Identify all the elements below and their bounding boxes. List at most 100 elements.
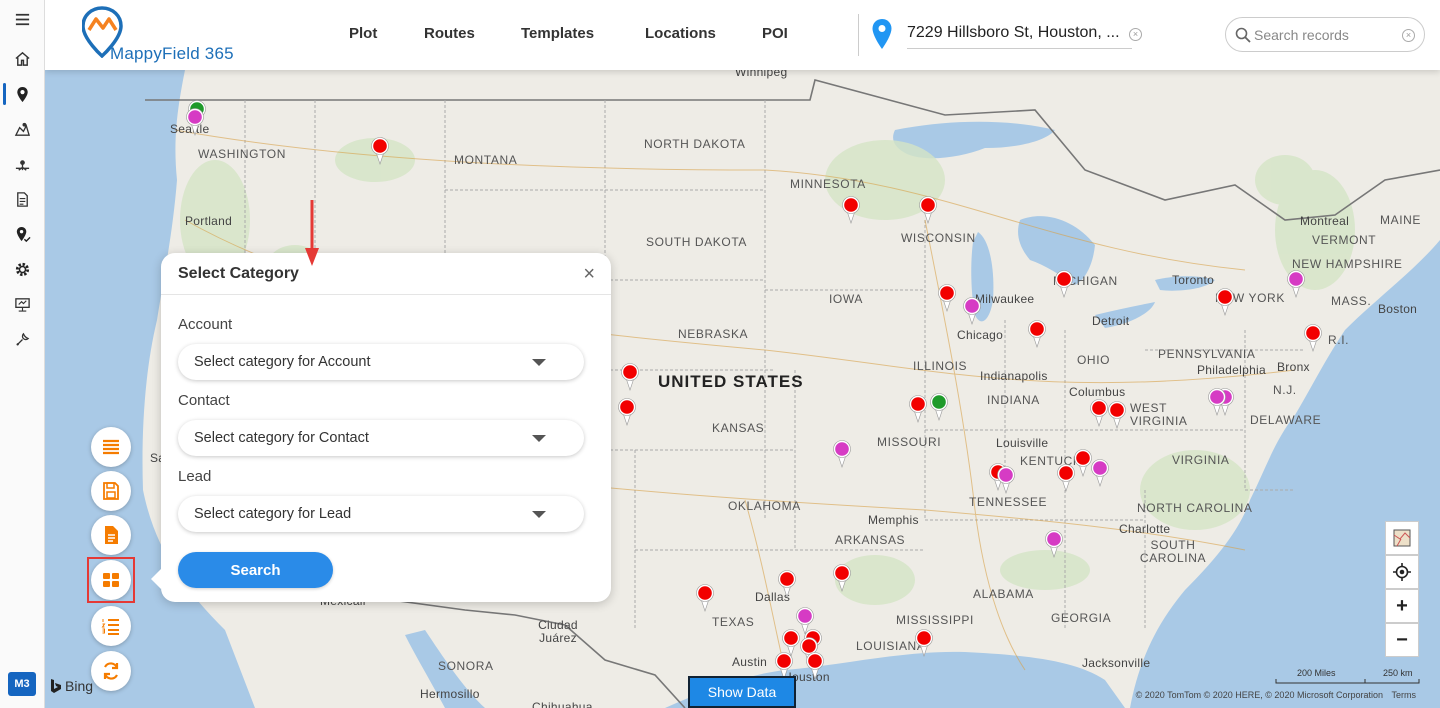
refresh-icon bbox=[103, 662, 119, 680]
nav-poi[interactable]: POI bbox=[762, 25, 788, 42]
clear-search-icon[interactable]: × bbox=[1402, 29, 1415, 42]
map-marker[interactable] bbox=[370, 137, 390, 165]
map-marker[interactable] bbox=[1044, 530, 1064, 558]
nav-plot[interactable]: Plot bbox=[349, 25, 377, 42]
map-label-montana: MONTANA bbox=[454, 153, 518, 167]
map-marker[interactable] bbox=[937, 284, 957, 312]
map-marker[interactable] bbox=[777, 570, 797, 598]
map-label-north-dakota: NORTH DAKOTA bbox=[644, 137, 746, 151]
map-label-delaware: DELAWARE bbox=[1250, 413, 1322, 427]
show-data-button[interactable]: Show Data bbox=[688, 676, 796, 708]
map-label-north-carolina: NORTH CAROLINA bbox=[1137, 501, 1253, 515]
zoom-in-button[interactable]: + bbox=[1385, 589, 1419, 623]
map-label-south-dakota: SOUTH DAKOTA bbox=[646, 235, 747, 249]
map-marker[interactable] bbox=[620, 363, 640, 391]
menu-icon[interactable] bbox=[0, 2, 45, 36]
map-label-memphis: Memphis bbox=[868, 513, 919, 527]
map-label-charlotte: Charlotte bbox=[1119, 522, 1171, 536]
contact-category-select[interactable]: Select category for Contact bbox=[178, 420, 584, 456]
contact-select-placeholder: Select category for Contact bbox=[194, 430, 369, 446]
save-button[interactable] bbox=[91, 471, 131, 511]
clear-location-icon[interactable]: × bbox=[1129, 28, 1142, 41]
map-label-hermosillo: Hermosillo bbox=[420, 687, 480, 701]
map-label-virginia: VIRGINIA bbox=[1172, 453, 1230, 467]
map-marker[interactable] bbox=[1107, 401, 1127, 429]
location-check-icon[interactable] bbox=[0, 217, 45, 251]
map-label-philadelphia: Philadelphia bbox=[1197, 363, 1266, 377]
refresh-button[interactable] bbox=[91, 651, 131, 691]
map-label-wisconsin: WISCONSIN bbox=[901, 231, 976, 245]
nav-divider bbox=[858, 14, 859, 56]
category-filter-button[interactable] bbox=[91, 560, 131, 600]
lead-label: Lead bbox=[178, 468, 212, 485]
map-style-button[interactable] bbox=[1385, 521, 1419, 555]
map-marker[interactable] bbox=[841, 196, 861, 224]
map-marker[interactable] bbox=[996, 466, 1016, 494]
map-marker[interactable] bbox=[908, 395, 928, 423]
map-marker[interactable] bbox=[914, 629, 934, 657]
location-pin-icon[interactable] bbox=[0, 77, 45, 111]
nav-locations[interactable]: Locations bbox=[645, 25, 716, 42]
map-marker[interactable] bbox=[805, 652, 825, 680]
map-marker[interactable] bbox=[1303, 324, 1323, 352]
document-icon[interactable] bbox=[0, 182, 45, 216]
tools-icon[interactable] bbox=[0, 322, 45, 356]
map-label-louisville: Louisville bbox=[996, 436, 1049, 450]
map-label-boston: Boston bbox=[1378, 302, 1418, 316]
bing-logo: Bing bbox=[50, 678, 93, 694]
map-label-nj: N.J. bbox=[1273, 383, 1297, 397]
map-style-icon bbox=[1393, 529, 1411, 547]
location-pin-icon bbox=[872, 19, 892, 49]
map-marker[interactable] bbox=[1027, 320, 1047, 348]
app-logo[interactable]: MappyField 365 bbox=[82, 6, 272, 64]
map-marker[interactable] bbox=[695, 584, 715, 612]
search-input[interactable] bbox=[1254, 25, 1399, 45]
plot-icon[interactable] bbox=[0, 147, 45, 181]
map-marker[interactable] bbox=[832, 440, 852, 468]
gear-icon[interactable] bbox=[0, 252, 45, 286]
map-marker[interactable] bbox=[617, 398, 637, 426]
map-label-texas: TEXAS bbox=[712, 615, 755, 629]
layers-list-button[interactable] bbox=[91, 427, 131, 467]
nav-templates[interactable]: Templates bbox=[521, 25, 594, 42]
terms-link[interactable]: Terms bbox=[1392, 690, 1417, 700]
dialog-title: Select Category bbox=[178, 265, 299, 282]
map-marker[interactable] bbox=[1215, 288, 1235, 316]
account-select-placeholder: Select category for Account bbox=[194, 354, 371, 370]
account-category-select[interactable]: Select category for Account bbox=[178, 344, 584, 380]
map-marker[interactable] bbox=[1207, 388, 1227, 416]
close-icon[interactable]: × bbox=[583, 264, 595, 284]
zoom-out-button[interactable]: − bbox=[1385, 623, 1419, 657]
map-marker[interactable] bbox=[962, 297, 982, 325]
nav-routes[interactable]: Routes bbox=[424, 25, 475, 42]
map-label-united-states: UNITED STATES bbox=[658, 372, 804, 391]
chevron-down-icon bbox=[532, 511, 546, 518]
map-marker[interactable] bbox=[1090, 459, 1110, 487]
home-icon[interactable] bbox=[0, 41, 45, 75]
search-button[interactable]: Search bbox=[178, 552, 333, 588]
zoom-out-label: − bbox=[1396, 628, 1408, 651]
map-route-icon[interactable] bbox=[0, 112, 45, 146]
map-marker[interactable] bbox=[185, 108, 205, 136]
presentation-icon[interactable] bbox=[0, 287, 45, 321]
map-marker[interactable] bbox=[1054, 270, 1074, 298]
map-marker[interactable] bbox=[1286, 270, 1306, 298]
map-marker[interactable] bbox=[1089, 399, 1109, 427]
map-marker[interactable] bbox=[929, 393, 949, 421]
map-label-detroit: Detroit bbox=[1092, 314, 1130, 328]
map-label-minnesota: MINNESOTA bbox=[790, 177, 866, 191]
map-marker[interactable] bbox=[918, 196, 938, 224]
category-grid-icon bbox=[103, 573, 119, 587]
report-button[interactable] bbox=[91, 515, 131, 555]
dialog-divider bbox=[161, 294, 611, 295]
map-label-winnipeg: Winnipeg bbox=[735, 70, 788, 79]
locate-me-button[interactable] bbox=[1385, 555, 1419, 589]
map-label-chihuahua: Chihuahua bbox=[532, 700, 593, 708]
current-location-field[interactable]: 7229 Hillsboro St, Houston, ... bbox=[907, 24, 1132, 49]
map-label-new-hampshire: NEW HAMPSHIRE bbox=[1292, 257, 1403, 271]
map-label-georgia: GEORGIA bbox=[1051, 611, 1112, 625]
user-avatar[interactable]: M3 bbox=[8, 672, 36, 696]
lead-category-select[interactable]: Select category for Lead bbox=[178, 496, 584, 532]
ordered-list-button[interactable] bbox=[91, 606, 131, 646]
map-marker[interactable] bbox=[832, 564, 852, 592]
